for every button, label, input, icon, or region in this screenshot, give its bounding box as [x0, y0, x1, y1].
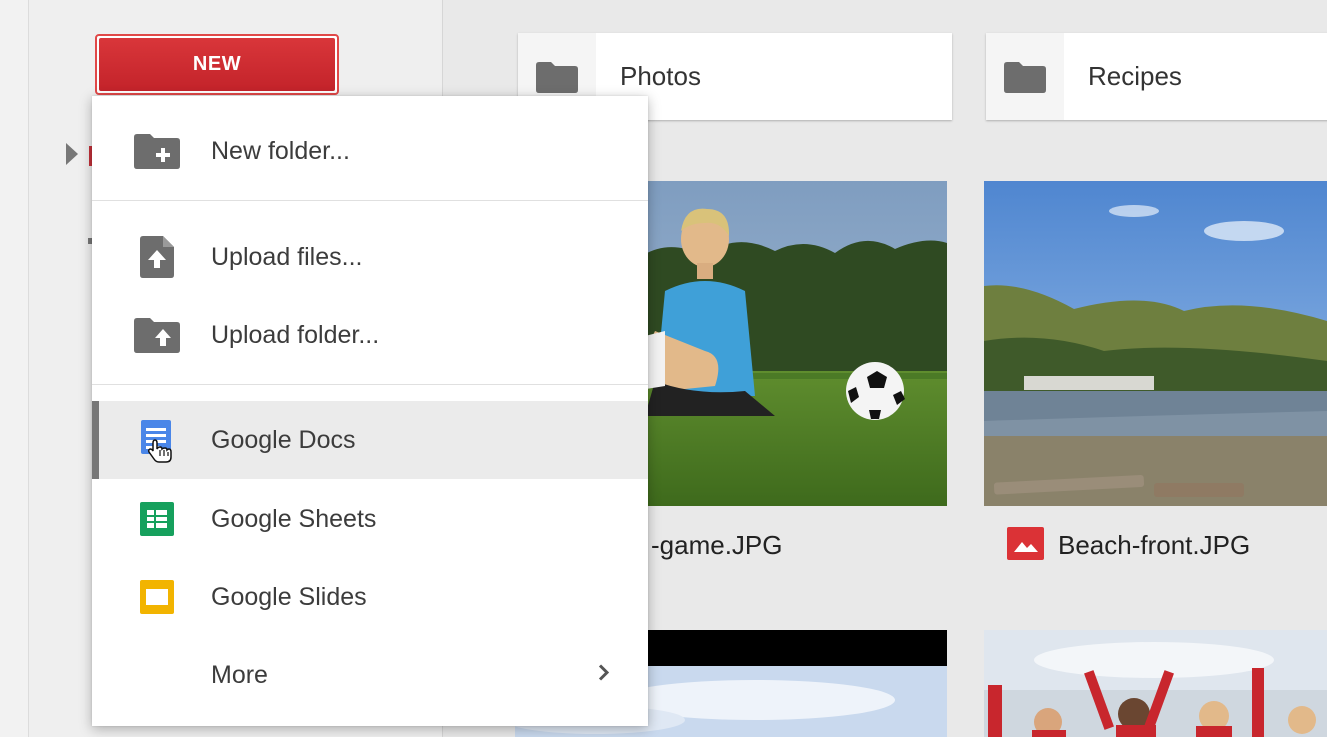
expand-caret-icon[interactable]: [66, 143, 78, 165]
new-menu-dropdown: New folder... Upload files... Upload fol…: [92, 96, 648, 726]
folder-card-recipes[interactable]: Recipes: [986, 33, 1327, 120]
google-slides-icon: [134, 577, 180, 617]
highlight-bar: [92, 401, 99, 479]
menu-item-google-sheets[interactable]: Google Sheets: [92, 480, 648, 558]
menu-divider: [92, 384, 648, 385]
menu-item-upload-folder[interactable]: Upload folder...: [92, 296, 648, 374]
menu-item-more[interactable]: More: [92, 636, 648, 714]
google-sheets-icon: [134, 499, 180, 539]
file-name[interactable]: Beach-front.JPG: [1058, 530, 1250, 561]
new-button-label: NEW: [99, 38, 335, 91]
image-file-icon: [1007, 527, 1044, 560]
menu-item-new-folder[interactable]: New folder...: [92, 112, 648, 190]
new-button[interactable]: NEW: [95, 34, 339, 95]
menu-item-google-slides[interactable]: Google Slides: [92, 558, 648, 636]
menu-item-label: Upload files...: [211, 242, 363, 271]
menu-item-label: Google Sheets: [211, 504, 377, 533]
menu-item-label: Google Slides: [211, 582, 367, 611]
beach-photo-thumbnail[interactable]: [984, 181, 1327, 506]
folder-icon: [986, 33, 1064, 120]
chevron-right-icon: [598, 664, 610, 687]
team-photo-thumbnail[interactable]: [984, 630, 1327, 737]
menu-item-label: More: [211, 660, 268, 689]
file-name[interactable]: -game.JPG: [651, 530, 783, 561]
menu-item-label: New folder...: [211, 136, 350, 165]
upload-file-icon: [134, 236, 180, 278]
menu-divider: [92, 200, 648, 201]
google-docs-icon: [134, 420, 180, 463]
folder-name: Photos: [620, 61, 701, 91]
new-folder-icon: [134, 131, 180, 171]
menu-item-google-docs[interactable]: Google Docs: [92, 401, 648, 479]
menu-item-upload-files[interactable]: Upload files...: [92, 218, 648, 296]
folder-name: Recipes: [1088, 61, 1182, 91]
menu-item-label: Google Docs: [211, 425, 356, 454]
left-edge: [0, 0, 29, 737]
menu-item-label: Upload folder...: [211, 320, 380, 349]
upload-folder-icon: [134, 315, 180, 355]
